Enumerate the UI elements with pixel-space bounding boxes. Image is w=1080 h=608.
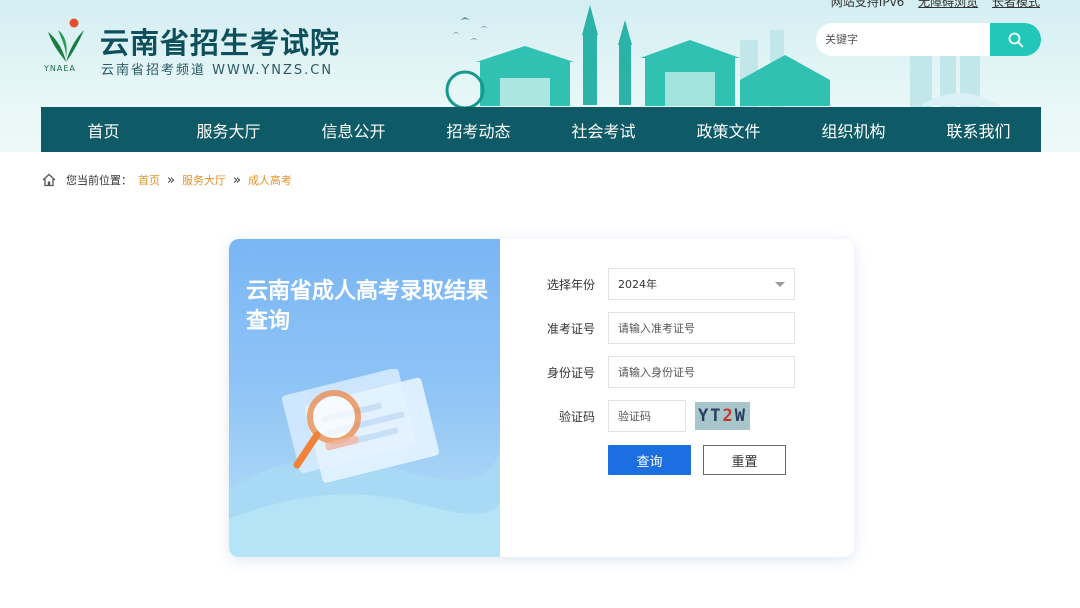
chevron-down-icon	[775, 282, 785, 287]
site-subtitle: 云南省招考频道 WWW.YNZS.CN	[101, 63, 334, 78]
captcha-char: T	[710, 406, 723, 426]
nav-item-social-exam[interactable]: 社会考试	[541, 107, 666, 152]
nav-item-info-public[interactable]: 信息公开	[291, 107, 416, 152]
year-select-value: 2024年	[618, 278, 657, 291]
id-number-input[interactable]: 请输入身份证号	[608, 356, 795, 388]
year-label: 选择年份	[546, 278, 595, 292]
captcha-label: 验证码	[558, 410, 595, 424]
nav-item-contact[interactable]: 联系我们	[916, 107, 1041, 152]
captcha-char: Y	[698, 406, 711, 426]
card-banner: 云南省成人高考录取结果查询	[229, 239, 500, 557]
exam-no-label: 准考证号	[546, 322, 595, 336]
captcha-char: W	[734, 406, 747, 426]
nav-item-organization[interactable]: 组织机构	[791, 107, 916, 152]
site-title[interactable]: 云南省招生考试院	[100, 20, 340, 62]
site-header: 网站支持IPv6 无障碍浏览 长者模式 YNAEA 云南省招生考试院 云南省招考…	[0, 0, 1080, 152]
exam-no-input[interactable]: 请输入准考证号	[608, 312, 795, 344]
breadcrumb-item-home[interactable]: 首页	[138, 172, 160, 188]
year-select[interactable]: 2024年	[608, 268, 795, 300]
search-button[interactable]	[990, 23, 1041, 56]
logo-abbr: YNAEA	[44, 64, 76, 73]
breadcrumb-item-adult-exam[interactable]: 成人高考	[248, 172, 292, 188]
breadcrumb: 您当前位置： 首页 » 服务大厅 » 成人高考	[41, 171, 292, 189]
nav-item-admission-news[interactable]: 招考动态	[416, 107, 541, 152]
captcha-input[interactable]: 验证码	[608, 400, 686, 432]
id-label: 身份证号	[546, 366, 595, 380]
captcha-image[interactable]: Y T 2 W	[695, 402, 750, 430]
breadcrumb-item-service-hall[interactable]: 服务大厅	[182, 172, 226, 188]
search-icon	[1008, 32, 1023, 47]
reset-button[interactable]: 重置	[703, 445, 786, 475]
breadcrumb-prefix: 您当前位置：	[66, 174, 132, 187]
card-title: 云南省成人高考录取结果查询	[246, 279, 489, 334]
nav-item-policy-docs[interactable]: 政策文件	[666, 107, 791, 152]
captcha-char: 2	[722, 406, 735, 426]
nav-item-home[interactable]: 首页	[41, 107, 166, 152]
search-input[interactable]	[816, 23, 996, 56]
breadcrumb-separator: »	[232, 172, 241, 188]
document-magnifier-illustration	[229, 369, 500, 557]
breadcrumb-separator: »	[167, 172, 175, 188]
home-icon[interactable]	[41, 172, 57, 188]
query-button[interactable]: 查询	[608, 445, 691, 475]
main-nav: 首页 服务大厅 信息公开 招考动态 社会考试 政策文件 组织机构 联系我们	[41, 107, 1041, 152]
query-card: 云南省成人高考录取结果查询 选择年份 2024年 准考证号 请输入准考证号 身份…	[229, 239, 854, 557]
search-box	[816, 23, 1041, 56]
nav-item-service-hall[interactable]: 服务大厅	[166, 107, 291, 152]
